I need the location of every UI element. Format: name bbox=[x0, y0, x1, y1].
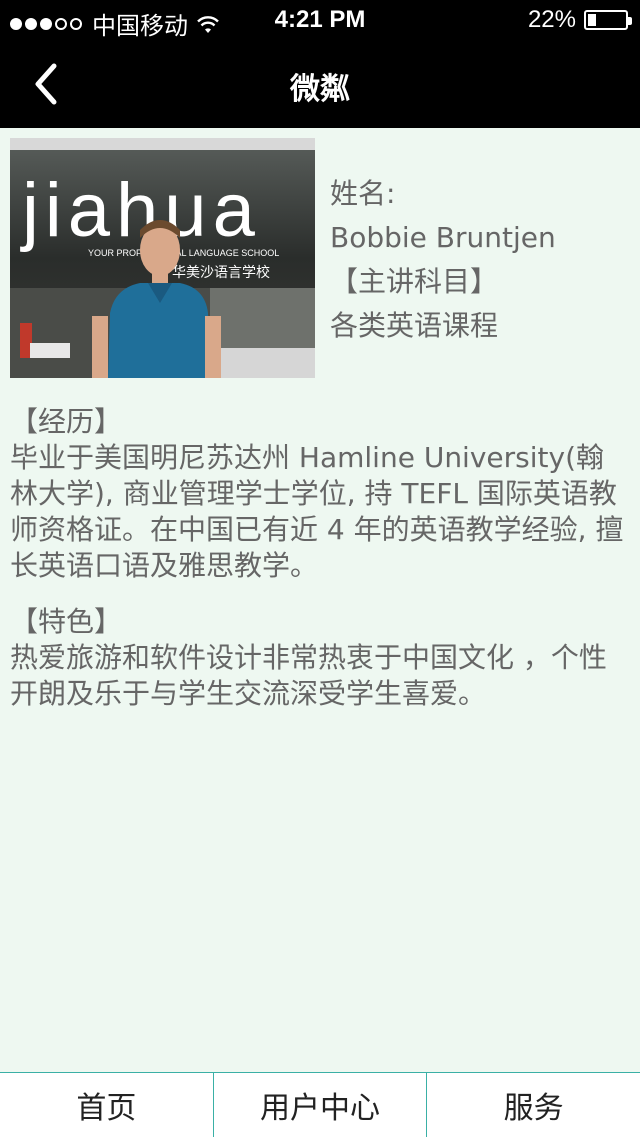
status-right: 22% bbox=[527, 6, 632, 34]
features-heading: 【特色】 bbox=[10, 605, 123, 638]
tab-home[interactable]: 首页 bbox=[0, 1073, 214, 1137]
nav-bar: 微粼 bbox=[0, 40, 640, 128]
svg-text:YOUR PROFESSIONAL LANGUAGE SCH: YOUR PROFESSIONAL LANGUAGE SCHOOL bbox=[88, 248, 279, 258]
svg-text:jiahua: jiahua bbox=[20, 168, 261, 253]
teacher-photo: jiahua YOUR PROFESSIONAL LANGUAGE SCHOOL… bbox=[10, 138, 315, 378]
page-title: 微粼 bbox=[290, 72, 350, 107]
battery-percent: 22% bbox=[527, 6, 576, 33]
features-text: 热爱旅游和软件设计非常热衷于中国文化 ，个性开朗及乐于与学生交流深受学生喜爱。 bbox=[10, 641, 607, 710]
name-label: 姓名: bbox=[330, 177, 396, 210]
features-section: 【特色】 热爱旅游和软件设计非常热衷于中国文化 ，个性开朗及乐于与学生交流深受学… bbox=[10, 604, 630, 712]
experience-heading: 【经历】 bbox=[10, 405, 123, 438]
teacher-name: Bobbie Bruntjen bbox=[330, 221, 556, 254]
battery-icon bbox=[584, 10, 632, 30]
experience-text: 毕业于美国明尼苏达州 Hamline University(翰林大学), 商业管… bbox=[10, 441, 624, 582]
tab-services[interactable]: 服务 bbox=[427, 1073, 640, 1137]
teacher-info: 姓名: Bobbie Bruntjen 【主讲科目】 各类英语课程 bbox=[330, 172, 630, 348]
tab-user-center[interactable]: 用户中心 bbox=[214, 1073, 428, 1137]
experience-section: 【经历】 毕业于美国明尼苏达州 Hamline University(翰林大学)… bbox=[10, 404, 630, 584]
status-bar: 中国移动 4:21 PM 22% bbox=[0, 0, 640, 40]
bottom-tab-bar: 首页 用户中心 服务 bbox=[0, 1072, 640, 1137]
svg-text:华美沙语言学校: 华美沙语言学校 bbox=[172, 264, 270, 281]
teacher-subject: 各类英语课程 bbox=[330, 309, 499, 342]
subject-label: 【主讲科目】 bbox=[330, 265, 499, 298]
